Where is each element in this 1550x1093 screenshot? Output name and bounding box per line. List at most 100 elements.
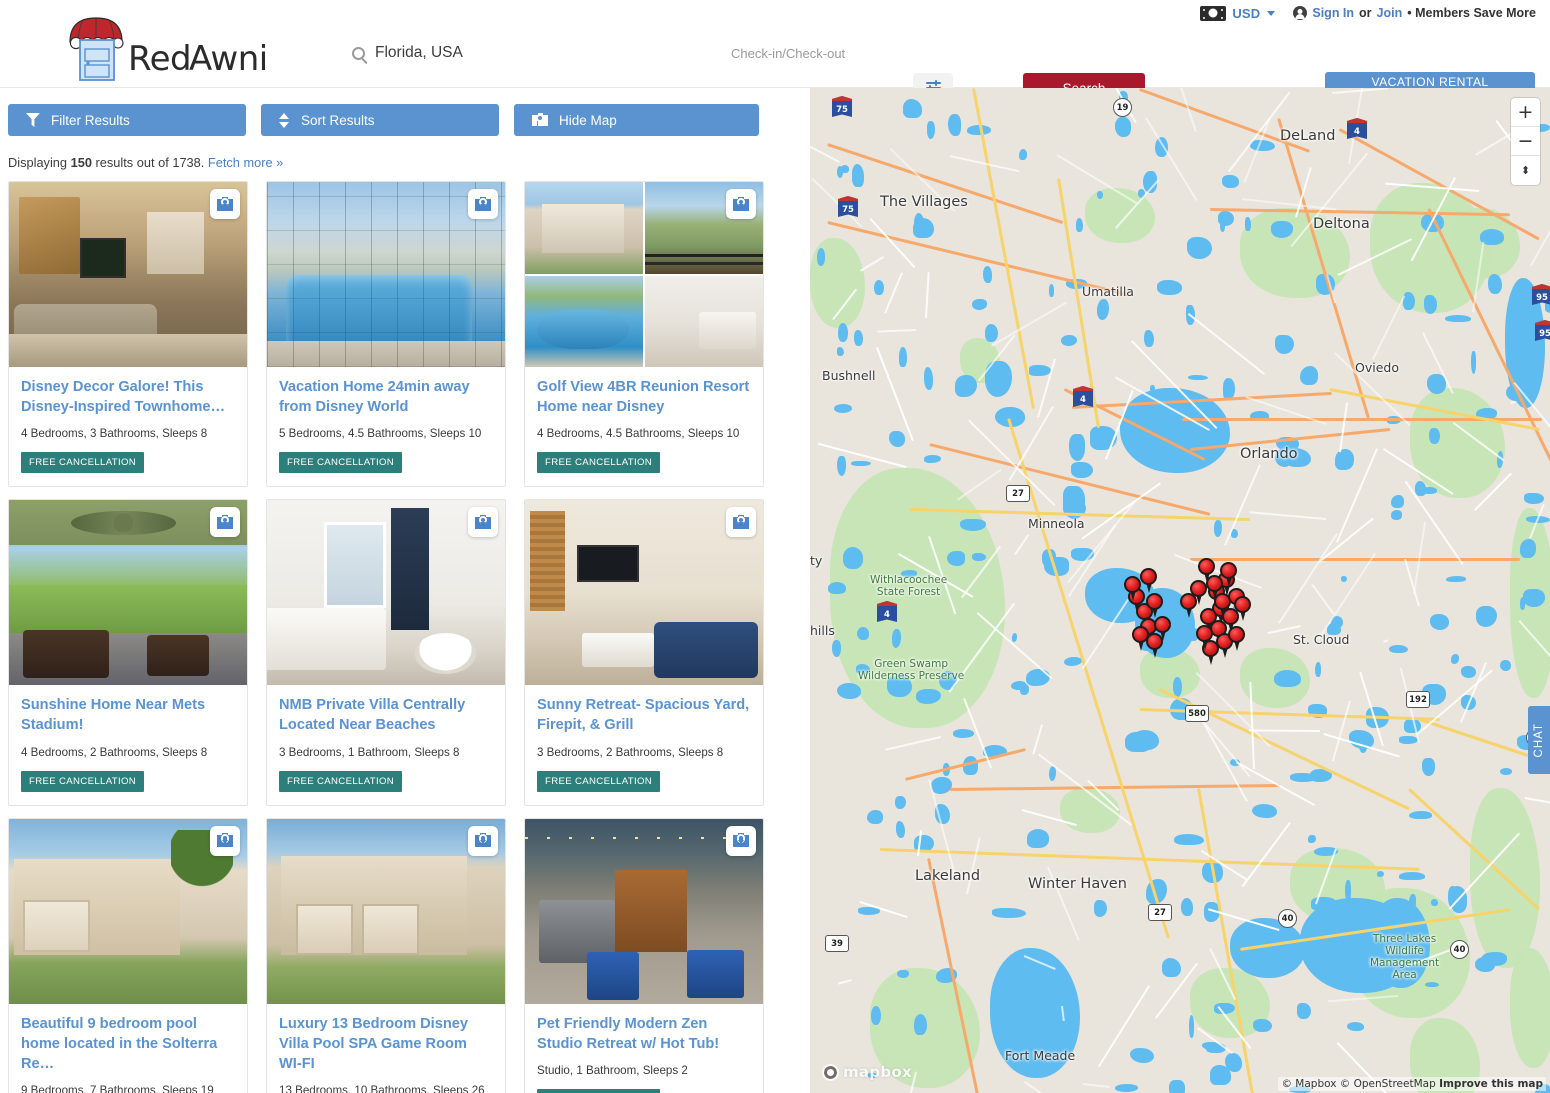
map-city-label: Umatilla [1082, 284, 1134, 299]
map-local-road [1331, 700, 1351, 762]
map-lake [1068, 433, 1086, 461]
property-body: Beautiful 9 bedroom pool home located in… [9, 1004, 247, 1093]
property-meta: Studio, 1 Bathroom, Sleeps 2 [537, 1063, 688, 1077]
show-on-map-icon[interactable] [210, 825, 240, 856]
map-local-road [1524, 797, 1550, 807]
map-property-pin[interactable] [1206, 575, 1223, 600]
currency-selector[interactable]: USD [1200, 5, 1276, 21]
improve-map-link[interactable]: Improve this map [1439, 1078, 1543, 1090]
map-lake [931, 777, 953, 794]
property-title[interactable]: Golf View 4BR Reunion Resort Home near D… [537, 377, 751, 417]
property-title[interactable]: Beautiful 9 bedroom pool home located in… [21, 1014, 235, 1074]
property-photo[interactable] [9, 182, 247, 367]
mapbox-logo[interactable]: mapbox [822, 1063, 912, 1081]
map-property-pin[interactable] [1228, 626, 1245, 651]
map-lake [1347, 1021, 1365, 1031]
currency-label: USD [1232, 5, 1261, 21]
zoom-out-button[interactable]: − [1511, 127, 1540, 156]
property-photo[interactable] [267, 182, 505, 367]
search-icon [352, 46, 365, 60]
property-card[interactable]: Vacation Home 24min away from Disney Wor… [266, 181, 506, 488]
free-cancellation-badge: FREE CANCELLATION [537, 452, 661, 474]
show-on-map-icon[interactable] [726, 825, 756, 856]
property-card[interactable]: Disney Decor Galore! This Disney-Inspire… [8, 181, 248, 488]
location-search-field[interactable]: Florida, USA [352, 44, 463, 62]
show-on-map-icon[interactable] [726, 507, 756, 538]
show-on-map-icon[interactable] [468, 189, 498, 219]
property-card[interactable]: Pet Friendly Modern Zen Studio Retreat w… [524, 817, 764, 1093]
map-lake [914, 1013, 927, 1036]
sort-arrows-icon [279, 112, 290, 128]
map-panel[interactable]: 1927275801923940406075754449595Withlacoo… [810, 88, 1550, 1093]
map-property-pin[interactable] [1124, 576, 1141, 601]
property-photo[interactable] [267, 818, 505, 1004]
property-photo[interactable] [267, 500, 505, 686]
map-local-road [1082, 1083, 1110, 1089]
fetch-more-link[interactable]: Fetch more » [208, 155, 283, 170]
property-title[interactable]: Luxury 13 Bedroom Disney Villa Pool SPA … [279, 1014, 493, 1074]
sign-in-link[interactable]: Sign In [1312, 6, 1354, 20]
show-on-map-icon[interactable] [468, 825, 498, 856]
map-local-road [966, 837, 981, 895]
show-on-map-icon[interactable] [468, 507, 498, 538]
map-lake [1187, 237, 1213, 259]
map-lake [1421, 486, 1437, 494]
show-on-map-icon[interactable] [726, 189, 756, 219]
filter-results-button[interactable]: Filter Results [8, 104, 246, 136]
property-body: Disney Decor Galore! This Disney-Inspire… [9, 367, 247, 486]
map-lake [1225, 1052, 1242, 1072]
map-local-road [837, 979, 852, 985]
property-card[interactable]: Beautiful 9 bedroom pool home located in… [8, 817, 248, 1093]
members-save-more-text: • Members Save More [1407, 6, 1536, 20]
show-on-map-icon[interactable] [210, 189, 240, 219]
property-card[interactable]: Sunny Retreat- Spacious Yard, Firepit, &… [524, 499, 764, 806]
map-property-pin[interactable] [1180, 593, 1197, 618]
map-lake [1220, 219, 1226, 232]
compass-button[interactable]: ⬍ [1511, 156, 1540, 185]
property-card[interactable]: Luxury 13 Bedroom Disney Villa Pool SPA … [266, 817, 506, 1093]
map-lake [1399, 736, 1418, 745]
hide-map-button[interactable]: Hide Map [514, 104, 759, 136]
map-lake [952, 729, 975, 738]
property-card[interactable]: Golf View 4BR Reunion Resort Home near D… [524, 181, 764, 488]
map-local-road [1249, 511, 1327, 520]
property-meta: 13 Bedrooms, 10 Bathrooms, Sleeps 26 [279, 1083, 485, 1093]
sort-results-button[interactable]: Sort Results [261, 104, 499, 136]
show-on-map-icon[interactable] [210, 507, 240, 538]
property-title[interactable]: NMB Private Villa Centrally Located Near… [279, 695, 493, 735]
property-card[interactable]: NMB Private Villa Centrally Located Near… [266, 499, 506, 806]
property-photo[interactable] [9, 818, 247, 1004]
map-lake [1187, 374, 1208, 380]
map-lake [1063, 656, 1083, 667]
map-lake [1335, 449, 1354, 470]
property-title[interactable]: Pet Friendly Modern Zen Studio Retreat w… [537, 1014, 751, 1054]
redawning-logo[interactable]: Red Awning [52, 12, 310, 82]
map-lake [971, 298, 987, 310]
chat-tab[interactable]: CHAT [1528, 706, 1550, 774]
join-link[interactable]: Join [1377, 6, 1403, 20]
property-photo[interactable] [525, 818, 763, 1004]
checkin-checkout-field[interactable]: Check-in/Check-out [731, 46, 845, 61]
map-lake [984, 323, 999, 343]
property-photo[interactable] [525, 182, 763, 367]
zoom-in-button[interactable]: + [1511, 98, 1540, 127]
property-body: Pet Friendly Modern Zen Studio Retreat w… [525, 1004, 763, 1093]
map-local-road [1510, 401, 1515, 404]
map-property-pin[interactable] [1132, 626, 1149, 651]
map-canvas[interactable]: 1927275801923940406075754449595Withlacoo… [810, 88, 1550, 1093]
map-property-pin[interactable] [1196, 625, 1213, 650]
svg-text:Red: Red [128, 39, 191, 79]
map-zoom-controls[interactable]: + − ⬍ [1511, 98, 1540, 185]
map-route-shield: 39 [825, 935, 849, 952]
property-title[interactable]: Sunny Retreat- Spacious Yard, Firepit, &… [537, 695, 751, 735]
property-photo[interactable] [525, 500, 763, 686]
property-title[interactable]: Disney Decor Galore! This Disney-Inspire… [21, 377, 235, 417]
property-title[interactable]: Sunshine Home Near Mets Stadium! [21, 695, 235, 735]
property-photo[interactable] [9, 500, 247, 686]
map-pin-icon [732, 833, 750, 848]
map-property-pin[interactable] [1234, 596, 1251, 621]
map-property-pin[interactable] [1146, 593, 1163, 618]
map-lake [1389, 644, 1408, 654]
property-title[interactable]: Vacation Home 24min away from Disney Wor… [279, 377, 493, 417]
property-card[interactable]: Sunshine Home Near Mets Stadium! 4 Bedro… [8, 499, 248, 806]
